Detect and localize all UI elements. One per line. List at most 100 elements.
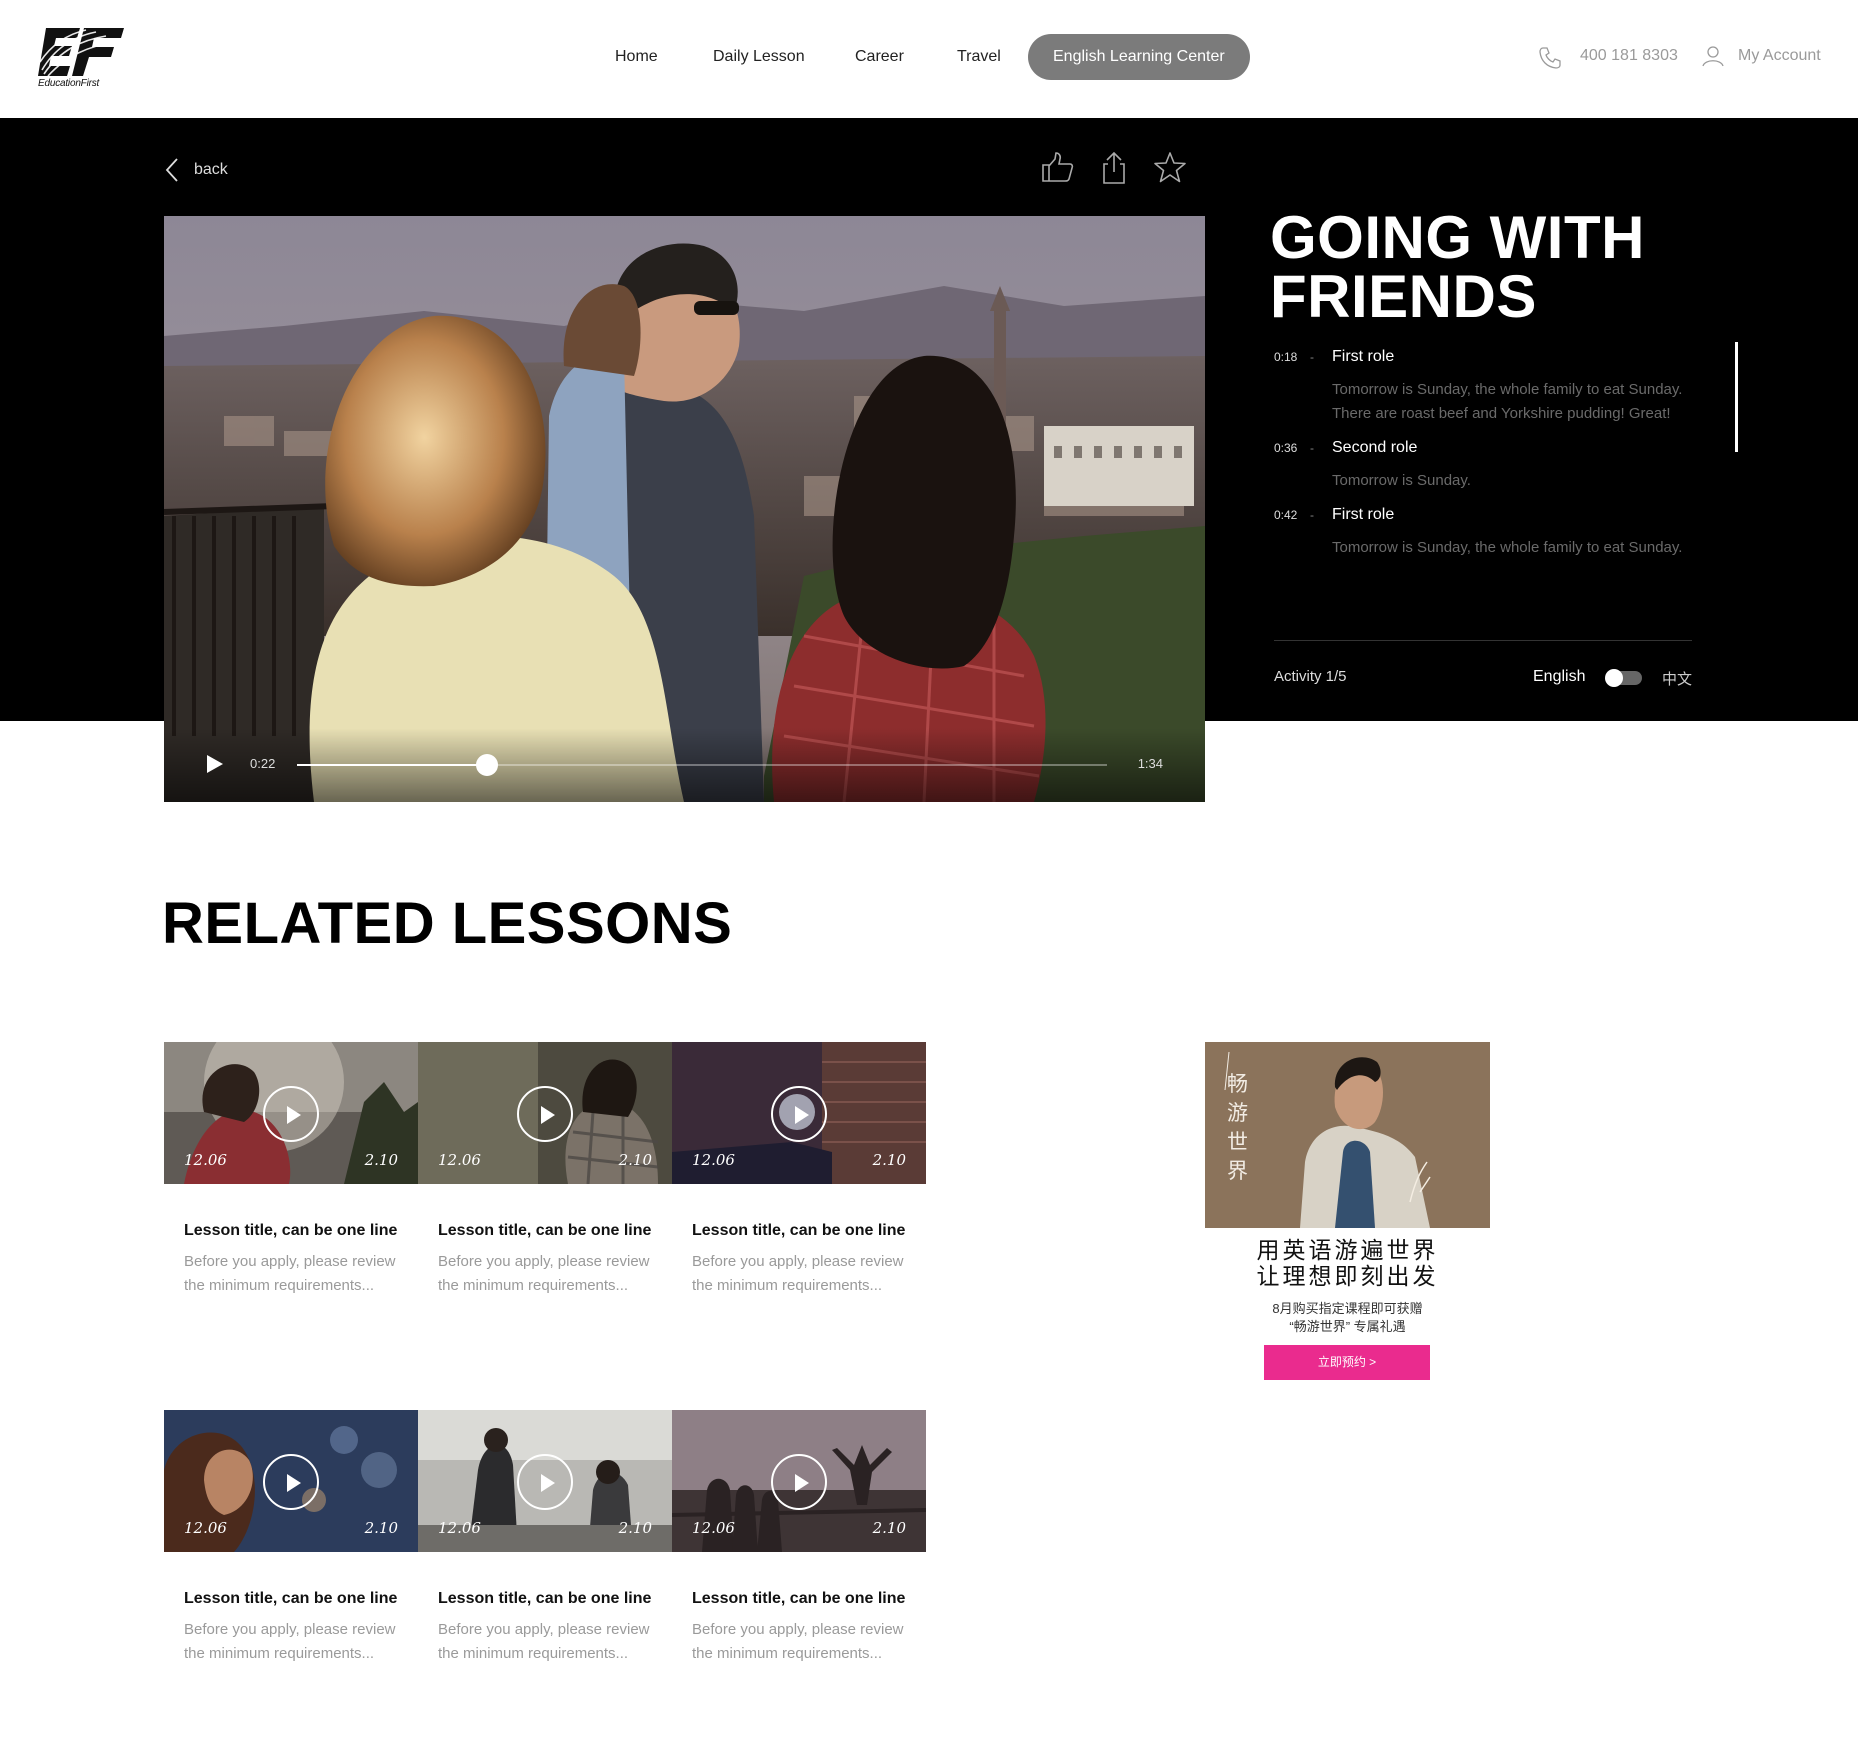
promo-vertical-text: 畅游世界 [1227, 1072, 1248, 1183]
lesson-thumbnail: 12.06 2.10 [164, 1410, 418, 1552]
lesson-date-start: 12.06 [692, 1151, 735, 1169]
ef-logo-mark [38, 28, 124, 77]
lesson-date-end: 2.10 [364, 1151, 398, 1169]
lesson-title: GOING WITH FRIENDS [1270, 204, 1645, 330]
star-icon [1154, 152, 1186, 183]
lesson-date-start: 12.06 [438, 1519, 481, 1537]
promo-headline-line-2: 让理想即刻出发 [1256, 1264, 1439, 1290]
lesson-card-description: Before you apply, please review the mini… [438, 1253, 650, 1294]
lesson-date-start: 12.06 [438, 1151, 481, 1169]
thumbnail-play-icon [771, 1086, 827, 1142]
promo-banner[interactable]: 畅游世界 用英语游遍世界 让理想即刻出发 8月购买指定课程即可获赠 “畅游世界”… [1205, 1042, 1490, 1382]
ef-logo[interactable]: EducationFirst [36, 26, 130, 90]
language-english-label: English [1533, 668, 1586, 685]
transcript-role: Second role [1332, 439, 1418, 456]
progress-fill [297, 764, 487, 766]
transcript-text: Tomorrow is Sunday, the whole family to … [1332, 539, 1683, 556]
promo-subtext: 8月购买指定课程即可获赠 “畅游世界” 专属礼遇 [1205, 1300, 1490, 1336]
video-frame [164, 216, 1205, 802]
lesson-date-end: 2.10 [364, 1519, 398, 1537]
promo-subtext-line-2: “畅游世界” 专属礼遇 [1289, 1319, 1406, 1334]
lesson-thumbnail: 12.06 2.10 [672, 1410, 926, 1552]
progress-track[interactable] [297, 754, 1107, 776]
language-chinese-label: 中文 [1662, 671, 1693, 688]
chevron-left-icon [165, 158, 178, 182]
language-toggle[interactable] [1605, 669, 1642, 687]
promo-image: 畅游世界 [1205, 1042, 1490, 1228]
lesson-thumbnail: 12.06 2.10 [418, 1410, 672, 1552]
transcript-separator: - [1310, 508, 1314, 522]
nav-career[interactable]: Career [855, 34, 904, 80]
logo-wordmark: EducationFirst [38, 78, 100, 89]
lesson-date-start: 12.06 [184, 1519, 227, 1537]
back-label: back [194, 161, 228, 178]
lesson-date-end: 2.10 [618, 1519, 652, 1537]
lesson-date-end: 2.10 [872, 1519, 906, 1537]
lesson-card-description: Before you apply, please review the mini… [184, 1621, 396, 1662]
promo-headline: 用英语游遍世界 让理想即刻出发 [1205, 1238, 1490, 1290]
nav-home[interactable]: Home [615, 34, 658, 80]
favorite-button[interactable] [1152, 150, 1188, 186]
phone-icon [1539, 47, 1561, 69]
lesson-card[interactable]: 12.06 2.10 Lesson title, can be one line… [164, 1042, 418, 1332]
transcript-role: First role [1332, 506, 1395, 523]
transcript-text: Tomorrow is Sunday, the whole family to … [1332, 381, 1683, 422]
nav-english-learning-center[interactable]: English Learning Center [1028, 34, 1250, 80]
lesson-card-title: Lesson title, can be one line [184, 1590, 398, 1607]
promo-headline-line-1: 用英语游遍世界 [1256, 1238, 1439, 1264]
lesson-card[interactable]: 12.06 2.10 Lesson title, can be one line… [672, 1410, 926, 1700]
user-icon [1702, 46, 1724, 67]
language-toggle-knob [1605, 669, 1623, 687]
lesson-card[interactable]: 12.06 2.10 Lesson title, can be one line… [418, 1410, 672, 1700]
lesson-card-description: Before you apply, please review the mini… [184, 1253, 396, 1294]
like-button[interactable] [1040, 150, 1076, 186]
my-account-label: My Account [1738, 47, 1821, 64]
lesson-date-end: 2.10 [618, 1151, 652, 1169]
lesson-card-description: Before you apply, please review the mini… [438, 1621, 650, 1662]
lesson-date-start: 12.06 [692, 1519, 735, 1537]
phone-number: 400 181 8303 [1580, 47, 1678, 64]
transcript-time: 0:18 [1274, 350, 1298, 364]
thumbnail-play-icon [771, 1454, 827, 1510]
transcript-time: 0:36 [1274, 441, 1298, 455]
nav-travel[interactable]: Travel [957, 34, 1001, 80]
thumbnail-play-icon [263, 1086, 319, 1142]
video-player[interactable]: 0:22 1:34 [164, 216, 1205, 802]
lesson-card-title: Lesson title, can be one line [692, 1222, 906, 1239]
lesson-date-end: 2.10 [872, 1151, 906, 1169]
duration: 1:34 [1137, 756, 1163, 771]
lesson-card-description: Before you apply, please review the mini… [692, 1253, 904, 1294]
transcript-time: 0:42 [1274, 508, 1298, 522]
activity-counter: Activity 1/5 [1274, 668, 1347, 685]
lesson-card[interactable]: 12.06 2.10 Lesson title, can be one line… [418, 1042, 672, 1332]
share-button[interactable] [1096, 150, 1132, 186]
lesson-thumbnail: 12.06 2.10 [418, 1042, 672, 1184]
panel-divider [1274, 640, 1692, 641]
video-controls: 0:22 1:34 [164, 728, 1205, 802]
related-lessons-heading: RELATED LESSONS [162, 891, 733, 956]
current-time: 0:22 [250, 756, 276, 771]
share-icon [1103, 151, 1125, 184]
lesson-card-title: Lesson title, can be one line [438, 1222, 652, 1239]
transcript-separator: - [1310, 441, 1314, 455]
lesson-card-description: Before you apply, please review the mini… [692, 1621, 904, 1662]
transcript-scrollbar[interactable] [1735, 342, 1738, 452]
thumbs-up-icon [1042, 152, 1074, 182]
play-icon [207, 755, 223, 773]
lesson-card[interactable]: 12.06 2.10 Lesson title, can be one line… [672, 1042, 926, 1332]
lesson-thumbnail: 12.06 2.10 [672, 1042, 926, 1184]
lesson-card[interactable]: 12.06 2.10 Lesson title, can be one line… [164, 1410, 418, 1700]
nav-daily-lesson[interactable]: Daily Lesson [713, 34, 805, 80]
lesson-date-start: 12.06 [184, 1151, 227, 1169]
thumbnail-play-icon [263, 1454, 319, 1510]
lesson-card-title: Lesson title, can be one line [438, 1590, 652, 1607]
thumbnail-play-icon [517, 1454, 573, 1510]
transcript-separator: - [1310, 350, 1314, 364]
lesson-thumbnail: 12.06 2.10 [164, 1042, 418, 1184]
promo-book-now-button[interactable]: 立即预约 > [1264, 1345, 1430, 1380]
progress-handle[interactable] [475, 754, 498, 776]
play-button[interactable] [206, 754, 224, 779]
transcript-role: First role [1332, 348, 1395, 365]
lesson-card-title: Lesson title, can be one line [692, 1590, 906, 1607]
transcript-text: Tomorrow is Sunday. [1332, 472, 1471, 489]
